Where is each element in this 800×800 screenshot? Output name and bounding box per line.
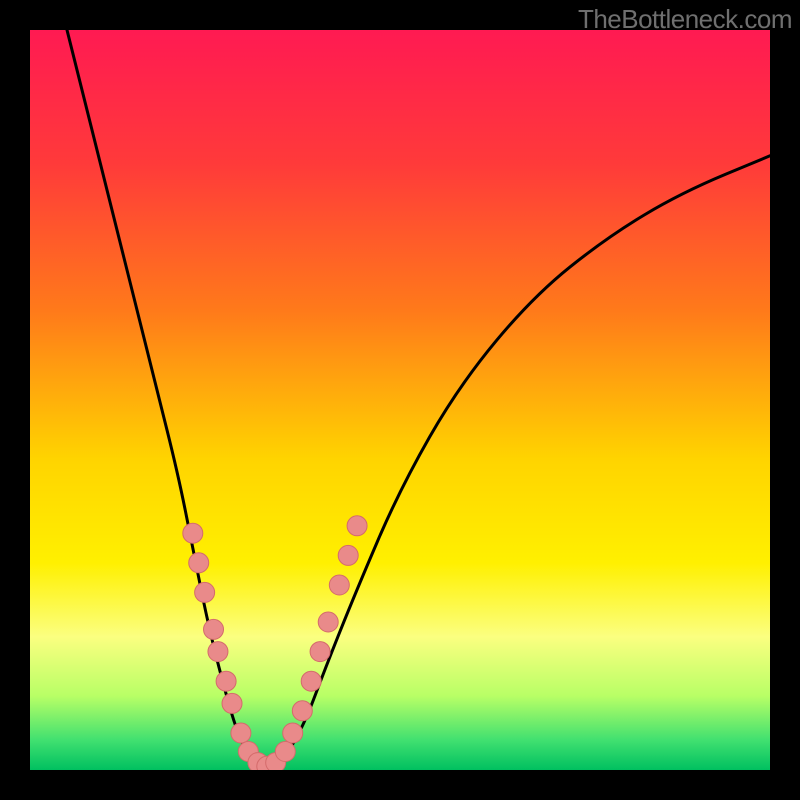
highlight-dot — [204, 619, 224, 639]
highlight-dot — [329, 575, 349, 595]
highlight-dot — [318, 612, 338, 632]
chart-svg — [30, 30, 770, 770]
highlight-dot — [275, 742, 295, 762]
highlight-dot — [189, 553, 209, 573]
highlight-dot — [231, 723, 251, 743]
plot-area — [30, 30, 770, 770]
highlight-dot — [347, 516, 367, 536]
highlight-dot — [310, 642, 330, 662]
attribution-text: TheBottleneck.com — [578, 4, 792, 35]
highlight-dot — [195, 582, 215, 602]
highlight-dot — [216, 671, 236, 691]
highlight-dot — [183, 523, 203, 543]
highlight-dot — [292, 701, 312, 721]
highlight-dot — [222, 693, 242, 713]
chart-frame: TheBottleneck.com — [0, 0, 800, 800]
highlight-dot — [338, 545, 358, 565]
gradient-background — [30, 30, 770, 770]
highlight-dot — [301, 671, 321, 691]
highlight-dot — [283, 723, 303, 743]
highlight-dot — [208, 642, 228, 662]
